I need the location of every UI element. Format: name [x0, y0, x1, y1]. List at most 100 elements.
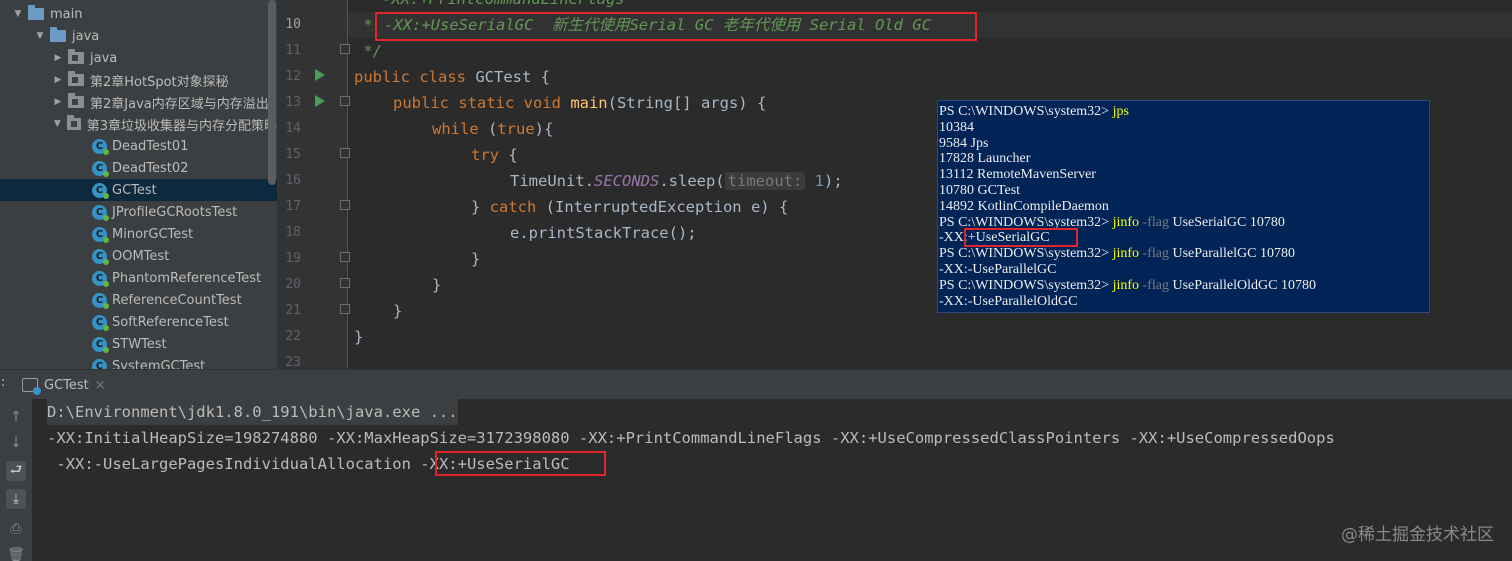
tree-item[interactable]: C SystemGCTest: [0, 355, 277, 369]
terminal-prompt: PS C:\WINDOWS\system32>: [939, 104, 1113, 119]
tree-item[interactable]: C ReferenceCountTest: [0, 289, 277, 311]
chevron-right-icon[interactable]: ▶: [52, 53, 64, 63]
tree-item[interactable]: ▼ java: [0, 25, 277, 47]
code-line-20: }: [432, 276, 442, 294]
terminal-line: PS C:\WINDOWS\system32> jinfo -flag UseP…: [939, 278, 1316, 294]
paren: (: [488, 120, 498, 138]
package-icon: [68, 71, 84, 86]
code-line-13: public static void main(String[] args) {: [393, 90, 766, 116]
static-field: SECONDS: [594, 172, 660, 190]
soft-wrap-icon[interactable]: ⮐: [6, 461, 26, 481]
run-main-icon[interactable]: [315, 95, 325, 107]
tree-item[interactable]: ▶ 第2章Java内存区域与内存溢出: [0, 91, 277, 113]
code-line-18: e.printStackTrace();: [510, 224, 697, 242]
tree-item[interactable]: C MinorGCTest: [0, 223, 277, 245]
terminal-flag: -flag: [1142, 214, 1173, 230]
tab-label: GCTest: [44, 377, 89, 393]
package-icon: [68, 49, 84, 64]
fold-icon[interactable]: [340, 278, 350, 288]
fold-icon[interactable]: [340, 96, 350, 106]
run-panel-header: [0, 369, 1512, 399]
print-icon[interactable]: ⎙: [6, 519, 26, 539]
powershell-window[interactable]: PS C:\WINDOWS\system32> jps 10384 9584 Jps…: [937, 100, 1430, 313]
chevron-down-icon[interactable]: ▼: [34, 31, 46, 41]
tree-item[interactable]: C SoftReferenceTest: [0, 311, 277, 333]
code-line-11: */: [354, 42, 382, 60]
terminal-command: jinfo: [1112, 214, 1143, 230]
line-number: 19: [285, 251, 301, 266]
catch-params: (InterruptedException e) {: [545, 198, 789, 216]
console-java-path[interactable]: D:\Environment\jdk1.8.0_191\bin\java.exe…: [47, 399, 458, 425]
code-line-17: } catch (InterruptedException e) {: [471, 194, 788, 220]
tree-item[interactable]: C JProfileGCRootsTest: [0, 201, 277, 223]
run-class-icon[interactable]: [315, 69, 325, 81]
console-flags-line-1: -XX:InitialHeapSize=198274880 -XX:MaxHea…: [47, 429, 1335, 447]
line-number: 15: [285, 147, 301, 162]
class-icon: C: [92, 160, 109, 177]
down-arrow-icon[interactable]: ↓: [6, 433, 26, 453]
tree-item-label: 第2章Java内存区域与内存溢出: [90, 96, 269, 112]
keyword-true: true: [497, 120, 535, 138]
tab-gctest[interactable]: GCTest ×: [18, 373, 114, 397]
class-icon: C: [92, 336, 109, 353]
line-number: 13: [285, 95, 301, 110]
tree-item-label: 第3章垃圾收集器与内存分配策略: [86, 118, 277, 134]
highlight-box-terminal: [964, 228, 1078, 247]
class-icon: C: [92, 204, 109, 221]
method-name: main: [570, 94, 608, 112]
brace: {: [508, 146, 518, 164]
call-end: );: [824, 172, 843, 190]
line-number: 10: [285, 17, 301, 32]
terminal-args: UseParallelOldGC 10780: [1172, 277, 1316, 293]
chevron-down-icon[interactable]: ▼: [12, 9, 24, 19]
terminal-args: UseParallelGC 10780: [1172, 246, 1295, 262]
class-icon: C: [92, 358, 109, 369]
tree-item[interactable]: ▼ main: [0, 3, 277, 25]
tree-scrollbar[interactable]: [268, 0, 276, 185]
tree-item-label: PhantomReferenceTest: [112, 270, 262, 286]
terminal-line: 10780 GCTest: [939, 183, 1021, 198]
tree-item[interactable]: C DeadTest02: [0, 157, 277, 179]
class-name: GCTest {: [475, 68, 550, 86]
close-icon[interactable]: ×: [95, 378, 106, 393]
line-number: 11: [285, 43, 301, 58]
terminal-command: jinfo: [1112, 246, 1143, 262]
keyword: public static void: [393, 94, 571, 112]
terminal-line: -XX:-UseParallelOldGC: [939, 293, 1078, 309]
class-icon: C: [92, 248, 109, 265]
terminal-args: UseSerialGC 10780: [1172, 214, 1285, 230]
up-arrow-icon[interactable]: ↑: [6, 407, 26, 427]
chevron-right-icon[interactable]: ▶: [52, 75, 64, 85]
chevron-down-icon[interactable]: ▼: [52, 119, 63, 129]
chevron-right-icon[interactable]: ▶: [52, 97, 64, 107]
tree-item-label: DeadTest01: [112, 138, 189, 154]
tree-item[interactable]: ▶ 第2章HotSpot对象探秘: [0, 69, 277, 91]
class-icon: C: [92, 270, 109, 287]
terminal-command: jinfo: [1112, 277, 1143, 293]
terminal-prompt: PS C:\WINDOWS\system32>: [939, 277, 1113, 293]
code-line-16: TimeUnit.SECONDS.sleep(timeout: 1);: [510, 168, 843, 194]
class-icon: C: [92, 182, 109, 199]
tree-item[interactable]: ▼ 第3章垃圾收集器与内存分配策略: [0, 113, 277, 135]
tree-item[interactable]: C GCTest: [0, 179, 277, 201]
terminal-line: 13112 RemoteMavenServer: [939, 167, 1096, 183]
fold-icon[interactable]: [340, 200, 350, 210]
project-tree: ▼ main ▼ java ▶ java ▶ 第2章HotSpot对象探秘 ▶ 第2章Java内存…: [0, 0, 277, 369]
tree-item[interactable]: C DeadTest01: [0, 135, 277, 157]
fold-icon[interactable]: [340, 304, 350, 314]
keyword: public class: [354, 68, 476, 86]
tree-item[interactable]: C PhantomReferenceTest: [0, 267, 277, 289]
tree-item[interactable]: C OOMTest: [0, 245, 277, 267]
tree-item[interactable]: C STWTest: [0, 333, 277, 355]
scroll-to-end-icon[interactable]: ⤓: [6, 489, 26, 509]
tree-item[interactable]: ▶ java: [0, 47, 277, 69]
tree-item-label: java: [72, 28, 100, 44]
fold-icon[interactable]: [340, 252, 350, 262]
fold-icon[interactable]: [340, 44, 350, 54]
class-icon: C: [92, 226, 109, 243]
keyword: try: [471, 146, 509, 164]
paren: ){: [534, 120, 554, 138]
trash-icon[interactable]: 🗑: [6, 545, 26, 561]
fold-icon[interactable]: [340, 148, 350, 158]
class-icon: C: [92, 292, 109, 309]
